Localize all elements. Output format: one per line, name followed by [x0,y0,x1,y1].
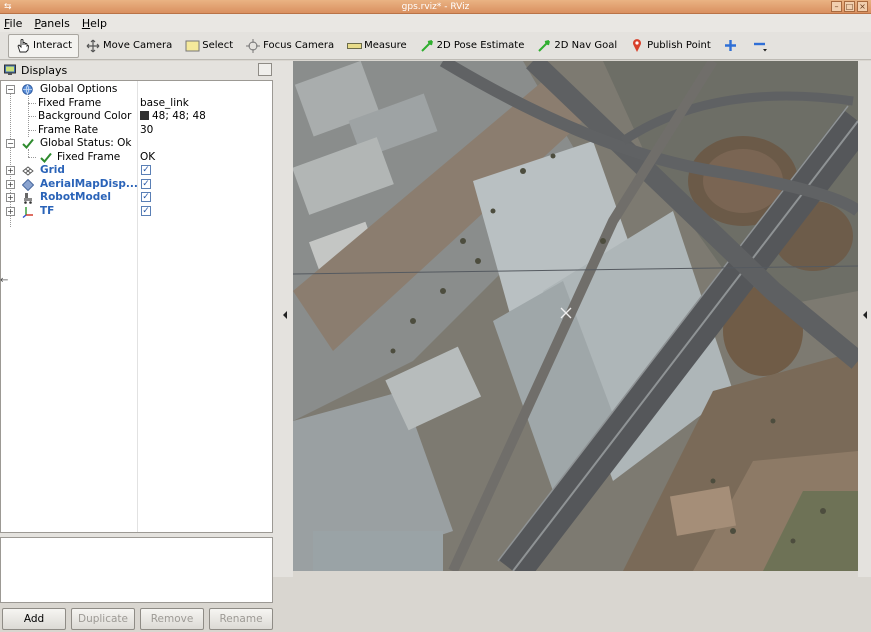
remove-tool-dropdown[interactable] [747,34,777,58]
publish-point-tool-button[interactable]: Publish Point [623,34,717,58]
focus-camera-tool-button[interactable]: Focus Camera [239,34,340,58]
aerial-map-image [293,61,858,571]
tree-row-frame-rate[interactable]: Frame Rate 30 [1,124,272,137]
menu-panels[interactable]: Panels [34,17,69,30]
expand-icon[interactable]: + [6,207,15,216]
add-display-button[interactable]: Add [2,608,66,630]
plus-icon [723,38,739,54]
displays-panel: Displays − Global Options Fixed Frame ba… [0,61,277,630]
window-titlebar[interactable]: ⇆ gps.rviz* - RViz – □ × [0,0,871,14]
select-tool-button[interactable]: Select [178,34,239,58]
move-camera-tool-button[interactable]: Move Camera [79,34,178,58]
measure-tool-button[interactable]: Measure [340,34,413,58]
grid-enabled-checkbox[interactable]: ✓ [141,165,151,175]
maximize-button[interactable]: □ [844,1,855,12]
status-fixed-frame-value: OK [140,151,156,163]
background-color-value[interactable]: 48; 48; 48 [140,110,206,123]
robot-model-icon [21,191,34,204]
tree-row-global-options[interactable]: − Global Options [1,83,272,96]
tree-row-status-fixed-frame[interactable]: Fixed Frame OK [1,151,272,164]
menu-help[interactable]: Help [82,17,107,30]
tree-row-robot-model[interactable]: + RobotModel ✓ [1,191,272,204]
menu-file[interactable]: File [4,17,22,30]
tools-toolbar: Interact Move Camera Select Focus Camera… [0,32,871,60]
green-arrow-icon [536,38,552,54]
aerial-map-enabled-checkbox[interactable]: ✓ [141,179,151,189]
tree-row-background-color[interactable]: Background Color 48; 48; 48 [1,110,272,123]
resize-cursor-icon: ← [0,275,9,286]
window-title: gps.rviz* - RViz [401,2,470,12]
displays-panel-header: Displays [0,61,277,79]
displays-icon [4,64,16,76]
expand-icon[interactable]: + [6,193,15,202]
minus-icon [753,38,769,54]
check-icon [39,151,52,164]
displays-tree[interactable]: − Global Options Fixed Frame base_link B… [0,80,273,533]
globe-icon [21,83,34,96]
tf-enabled-checkbox[interactable]: ✓ [141,206,151,216]
hand-pointer-icon [15,38,31,54]
minimize-button[interactable]: – [831,1,842,12]
display-description-box [0,537,273,603]
aerial-map-icon [21,178,34,191]
green-arrow-icon [419,38,435,54]
move-arrows-icon [85,38,101,54]
tree-row-fixed-frame[interactable]: Fixed Frame base_link [1,97,272,110]
expand-icon[interactable]: + [6,166,15,175]
tf-axes-icon [21,205,34,218]
color-swatch [140,111,149,120]
grid-icon [21,164,34,177]
undock-button[interactable] [258,63,272,76]
expand-icon[interactable]: + [6,180,15,189]
collapse-left-arrow-icon[interactable] [283,311,287,319]
add-tool-button[interactable] [717,34,747,58]
rename-display-button[interactable]: Rename [209,608,273,630]
collapse-icon[interactable]: − [6,85,15,94]
tree-row-global-status[interactable]: − Global Status: Ok [1,137,272,150]
tree-row-aerial-map[interactable]: + AerialMapDisp... ✓ [1,178,272,191]
pose-estimate-tool-button[interactable]: 2D Pose Estimate [413,34,531,58]
ruler-icon [346,38,362,54]
robot-model-enabled-checkbox[interactable]: ✓ [141,192,151,202]
focus-crosshair-icon [245,38,261,54]
right-panel-splitter[interactable] [858,61,871,577]
collapse-right-arrow-icon[interactable] [863,311,867,319]
close-button[interactable]: × [857,1,868,12]
duplicate-display-button[interactable]: Duplicate [71,608,135,630]
interact-tool-button[interactable]: Interact [8,33,80,58]
select-box-icon [184,38,200,54]
left-panel-splitter[interactable] [277,61,293,577]
fixed-frame-value[interactable]: base_link [140,97,189,110]
remove-display-button[interactable]: Remove [140,608,204,630]
frame-rate-value[interactable]: 30 [140,124,153,137]
collapse-icon[interactable]: − [6,139,15,148]
render-3d-view[interactable] [293,61,858,571]
menu-bar: File Panels Help [0,14,871,32]
check-icon [21,137,34,150]
nav-goal-tool-button[interactable]: 2D Nav Goal [530,34,623,58]
displays-title: Displays [21,63,68,77]
map-pin-icon [629,38,645,54]
tree-row-tf[interactable]: + TF ✓ [1,205,272,218]
displays-button-bar: Add Duplicate Remove Rename [0,608,277,632]
tree-row-grid[interactable]: + Grid ✓ [1,164,272,177]
